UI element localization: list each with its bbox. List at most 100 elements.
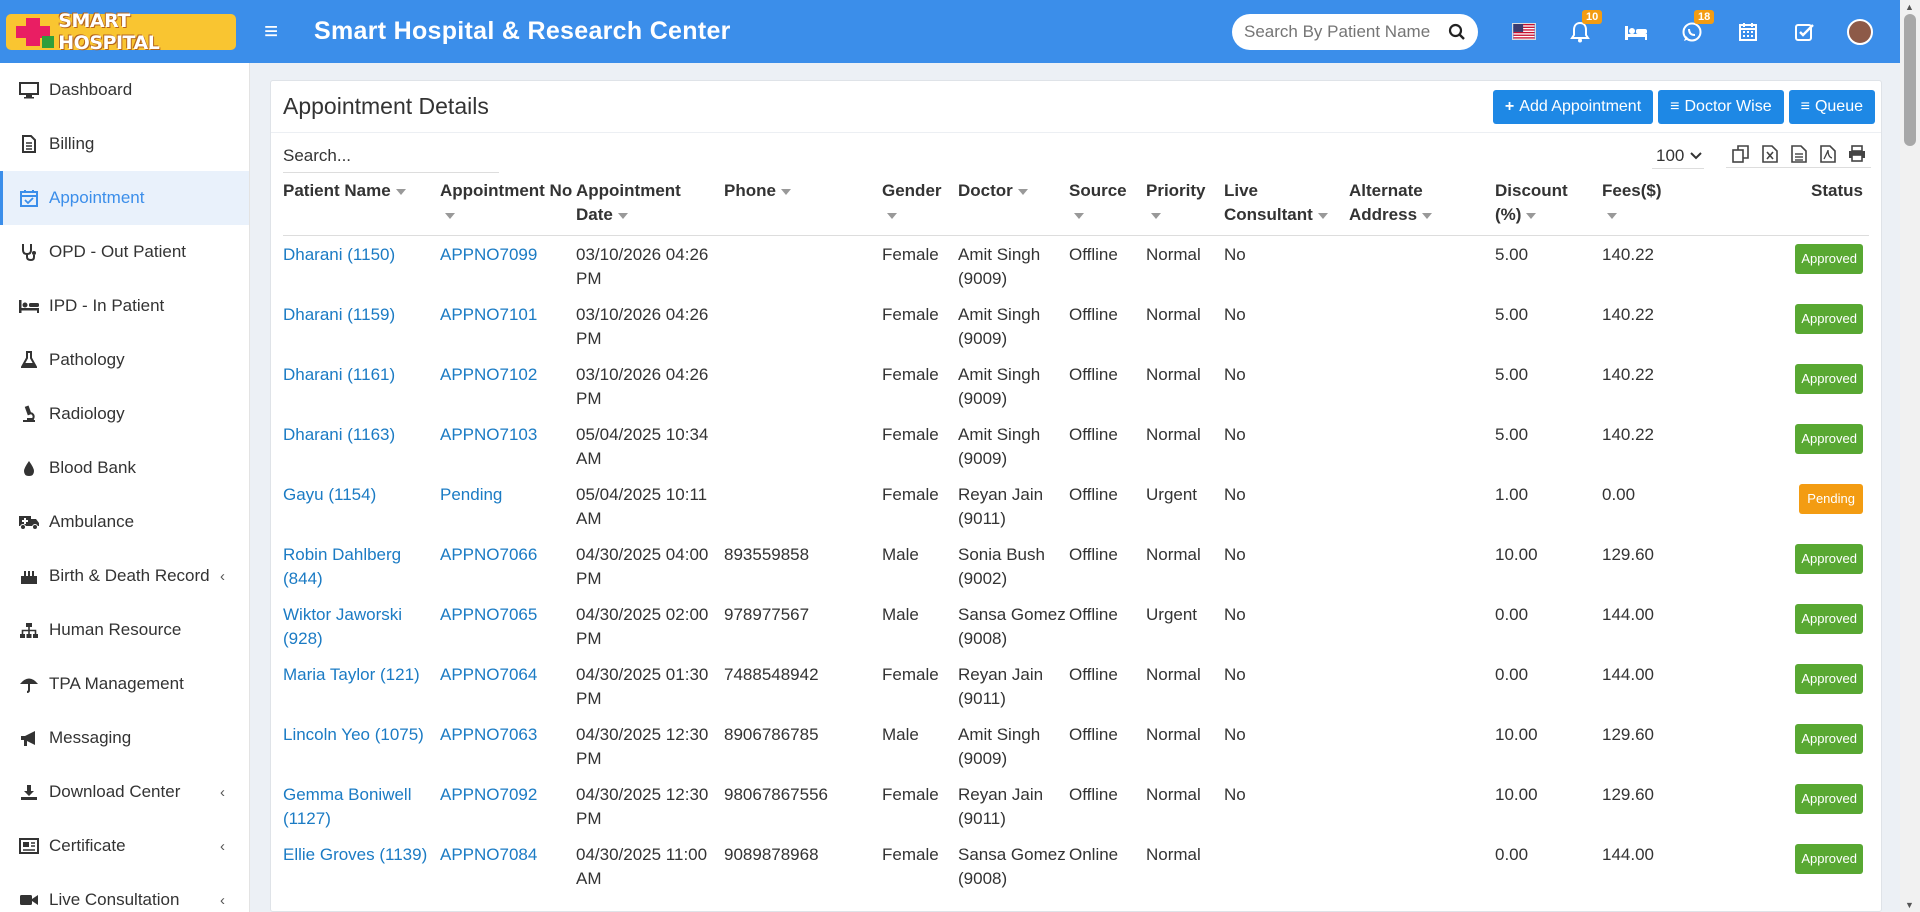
col-fees[interactable]: Fees($)	[1602, 179, 1705, 236]
sidebar-item-ambulance[interactable]: Ambulance	[0, 495, 249, 549]
table-search-input[interactable]	[283, 139, 499, 173]
patient-name-link[interactable]: Dharani (1150)	[283, 236, 440, 296]
patient-name-link[interactable]: Robin Dahlberg (844)	[283, 536, 440, 596]
queue-button[interactable]: ≡ Queue	[1788, 89, 1875, 124]
calendar-button[interactable]	[1720, 0, 1776, 63]
table-row: Gemma Boniwell (1127) APPNO7092 04/30/2025 …	[283, 776, 1869, 836]
scroll-down-icon[interactable]: ▼	[1905, 900, 1914, 910]
sidebar-item-ipd[interactable]: IPD - In Patient	[0, 279, 249, 333]
appointment-date: 03/10/2026 04:26 PM	[576, 245, 709, 288]
menu-toggle-icon[interactable]: ≡	[264, 18, 294, 46]
csv-icon[interactable]	[1784, 145, 1813, 163]
appointment-no-link[interactable]: APPNO7063	[440, 716, 576, 776]
page-size-select[interactable]: 100	[1652, 143, 1704, 169]
whatsapp-button[interactable]: 18	[1664, 0, 1720, 63]
sidebar-item-tpa[interactable]: TPA Management	[0, 657, 249, 711]
patient-name-link[interactable]: Gayu (1154)	[283, 476, 440, 536]
col-alternate-address[interactable]: Alternate Address	[1349, 179, 1495, 236]
page-scrollbar[interactable]: ▲ ▼	[1900, 0, 1920, 912]
table-row: Dharani (1161) APPNO7102 03/10/2026 04:26 P…	[283, 356, 1869, 416]
col-appointment-no[interactable]: Appointment No	[440, 179, 576, 236]
col-priority[interactable]: Priority	[1146, 179, 1224, 236]
patient-name-link[interactable]: Dharani (1161)	[283, 356, 440, 416]
patient-name-link[interactable]: Dharani (1163)	[283, 416, 440, 476]
page-title: Appointment Details	[283, 93, 489, 119]
task-button[interactable]	[1776, 0, 1832, 63]
sidebar-item-download-center[interactable]: Download Center ‹	[0, 765, 249, 819]
fees: 129.60	[1602, 784, 1654, 804]
appointment-date: 04/30/2025 12:30 PM	[576, 724, 709, 768]
sidebar-item-opd[interactable]: OPD - Out Patient	[0, 225, 249, 279]
logo[interactable]: SMART HOSPITAL	[0, 0, 250, 63]
status-badge: Approved	[1795, 723, 1863, 754]
col-live-consultant[interactable]: Live Consultant	[1224, 179, 1349, 236]
sidebar: Dashboard Billing Appointment OPD - Out …	[0, 63, 250, 912]
sidebar-item-radiology[interactable]: Radiology	[0, 387, 249, 441]
add-appointment-button[interactable]: + Add Appointment	[1492, 89, 1654, 124]
sidebar-item-blood-bank[interactable]: Blood Bank	[0, 441, 249, 495]
sidebar-item-certificate[interactable]: Certificate ‹	[0, 819, 249, 873]
appointment-no-link[interactable]: APPNO7103	[440, 416, 576, 476]
sidebar-item-appointment[interactable]: Appointment	[0, 171, 249, 225]
scroll-up-icon[interactable]: ▲	[1905, 2, 1914, 12]
appointment-no-link[interactable]: APPNO7101	[440, 296, 576, 356]
sidebar-item-billing[interactable]: Billing	[0, 117, 249, 171]
sidebar-item-human-resource[interactable]: Human Resource	[0, 603, 249, 657]
calendar-check-icon	[18, 189, 40, 207]
patient-search-input[interactable]	[1244, 21, 1434, 42]
doctor: Amit Singh (9009)	[958, 245, 1041, 288]
patient-name-link[interactable]: Maria Taylor (121)	[283, 656, 440, 716]
patient-name-link[interactable]: Ellie Groves (1139)	[283, 836, 440, 896]
source: Offline	[1069, 724, 1118, 744]
appointment-no-link[interactable]: Pending	[440, 476, 576, 536]
col-phone[interactable]: Phone	[724, 179, 882, 236]
doctor-wise-button[interactable]: ≡ Doctor Wise	[1658, 89, 1784, 124]
chevron-down-icon	[1690, 151, 1703, 159]
priority: Normal	[1146, 304, 1201, 324]
checkbox-icon	[1795, 23, 1814, 41]
alternate-address	[1349, 236, 1495, 296]
patient-name-link[interactable]: Gemma Boniwell (1127)	[283, 776, 440, 836]
col-gender[interactable]: Gender	[882, 179, 958, 236]
excel-icon[interactable]	[1755, 145, 1784, 163]
sidebar-item-live-consultation[interactable]: Live Consultation ‹	[0, 873, 249, 912]
logo-text: SMART HOSPITAL	[58, 9, 160, 54]
col-patient-name[interactable]: Patient Name	[283, 179, 440, 236]
sidebar-item-messaging[interactable]: Messaging	[0, 711, 249, 765]
appointment-panel: Appointment Details + Add Appointment ≡ Do…	[270, 80, 1882, 912]
appointment-no-link[interactable]: APPNO7064	[440, 656, 576, 716]
patient-name-link[interactable]: Lincoln Yeo (1075)	[283, 716, 440, 776]
appointment-date: 03/10/2026 04:26 PM	[576, 364, 709, 408]
video-icon	[18, 891, 40, 909]
language-selector[interactable]	[1496, 0, 1552, 63]
appointment-no-link[interactable]: APPNO7092	[440, 776, 576, 836]
patient-name-link[interactable]: Wiktor Jaworski (928)	[283, 596, 440, 656]
scrollbar-thumb[interactable]	[1904, 14, 1916, 146]
appointment-no-link[interactable]: APPNO7102	[440, 356, 576, 416]
notifications-button[interactable]: 10	[1552, 0, 1608, 63]
bed-status-button[interactable]	[1608, 0, 1664, 63]
appointment-no-link[interactable]: APPNO7065	[440, 596, 576, 656]
discount: 5.00	[1495, 245, 1529, 264]
search-icon[interactable]	[1448, 23, 1466, 41]
live-consultant: No	[1224, 245, 1246, 264]
col-status: Status	[1705, 179, 1869, 236]
birthday-cake-icon	[18, 567, 40, 585]
pdf-icon[interactable]	[1813, 145, 1842, 163]
sidebar-item-birth-death[interactable]: Birth & Death Record ‹	[0, 549, 249, 603]
col-doctor[interactable]: Doctor	[958, 179, 1069, 236]
print-icon[interactable]	[1842, 145, 1871, 163]
user-menu[interactable]	[1832, 0, 1888, 63]
source: Offline	[1069, 544, 1118, 564]
col-source[interactable]: Source	[1069, 179, 1146, 236]
appointment-no-link[interactable]: APPNO7084	[440, 836, 576, 896]
appointment-no-link[interactable]: APPNO7066	[440, 536, 576, 596]
sidebar-item-pathology[interactable]: Pathology	[0, 333, 249, 387]
patient-name-link[interactable]: Dharani (1159)	[283, 296, 440, 356]
col-discount[interactable]: Discount (%)	[1495, 179, 1602, 236]
col-appointment-date[interactable]: Appointment Date	[576, 179, 724, 236]
copy-icon[interactable]	[1726, 145, 1755, 163]
table-row: Dharani (1159) APPNO7101 03/10/2026 04:26 P…	[283, 296, 1869, 356]
appointment-no-link[interactable]: APPNO7099	[440, 236, 576, 296]
sidebar-item-dashboard[interactable]: Dashboard	[0, 63, 249, 117]
